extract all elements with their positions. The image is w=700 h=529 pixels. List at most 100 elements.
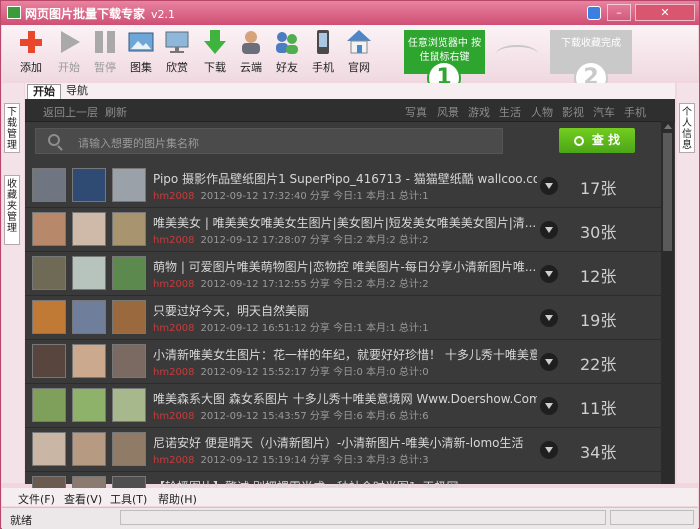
download-circle-icon[interactable] <box>540 177 558 195</box>
minimize-button[interactable]: – <box>607 4 631 21</box>
thumbnail[interactable] <box>72 212 106 246</box>
list-item[interactable]: 唯美美女 | 唯美美女唯美女生图片|美女图片|短发美女唯美美女图片|清... h… <box>25 208 661 252</box>
thumbnail[interactable] <box>32 212 66 246</box>
list-item[interactable]: Pipo 摄影作品壁纸图片1 SuperPipo_416713 - 猫猫壁纸酷 … <box>25 164 661 208</box>
list-item[interactable]: 只要过好今天，明天自然美丽 hm2008 2012-09-12 16:51:12 … <box>25 296 661 340</box>
list-item[interactable]: 萌物 | 可爱图片唯美萌物图片|恋物控 唯美图片-每日分享小清新图片唯... h… <box>25 252 661 296</box>
album-author[interactable]: hm2008 <box>153 235 195 246</box>
download-circle-icon[interactable] <box>540 397 558 415</box>
thumbnail[interactable] <box>112 256 146 290</box>
friends-button[interactable]: 好友 <box>270 29 304 75</box>
album-author[interactable]: hm2008 <box>153 323 195 334</box>
phone-label: 手机 <box>312 61 334 74</box>
thumbnail[interactable] <box>112 388 146 422</box>
close-button[interactable]: ✕ <box>635 4 695 21</box>
pause-button[interactable]: 暂停 <box>88 29 122 75</box>
album-author[interactable]: hm2008 <box>153 411 195 422</box>
album-author[interactable]: hm2008 <box>153 279 195 290</box>
thumbnail[interactable] <box>112 432 146 466</box>
scroll-up-arrow-icon[interactable] <box>664 124 672 129</box>
tab-navigation-label: 导航 <box>66 84 88 97</box>
back-link[interactable]: 返回上一层 <box>43 104 98 120</box>
album-author[interactable]: hm2008 <box>153 455 195 466</box>
thumbnail[interactable] <box>72 300 106 334</box>
thumbnail[interactable] <box>112 168 146 202</box>
download-circle-icon[interactable] <box>540 441 558 459</box>
album-title[interactable]: 只要过好今天，明天自然美丽 <box>153 302 537 319</box>
app-logo-icon <box>7 6 21 19</box>
search-box[interactable]: 请输入想要的图片集名称 <box>35 128 503 154</box>
thumbnail[interactable] <box>72 388 106 422</box>
category-car[interactable]: 汽车 <box>593 104 615 120</box>
category-phone[interactable]: 手机 <box>624 104 646 120</box>
thumbnail[interactable] <box>72 344 106 378</box>
thumbnail[interactable] <box>32 256 66 290</box>
thumbnail[interactable] <box>32 168 66 202</box>
menu-tools[interactable]: 工具(T) <box>110 491 147 507</box>
view-button[interactable]: 欣赏 <box>160 29 194 75</box>
menu-view[interactable]: 查看(V) <box>64 491 102 507</box>
scrollbar-thumb[interactable] <box>663 133 672 251</box>
refresh-link[interactable]: 刷新 <box>105 104 127 120</box>
phone-icon <box>310 29 336 55</box>
album-button[interactable]: 图集 <box>124 29 158 75</box>
tab-navigation[interactable]: 导航 <box>61 84 93 99</box>
category-portrait[interactable]: 写真 <box>405 104 427 120</box>
category-film[interactable]: 影视 <box>562 104 584 120</box>
skin-icon[interactable] <box>587 6 601 20</box>
download-circle-icon[interactable] <box>540 353 558 371</box>
thumbnail[interactable] <box>72 256 106 290</box>
category-people[interactable]: 人物 <box>531 104 553 120</box>
search-button-label: 查 找 <box>591 133 621 147</box>
album-author[interactable]: hm2008 <box>153 191 195 202</box>
list-item[interactable]: 小清新唯美女生图片：花一样的年纪，就要好好珍惜！ 十多儿秀十唯美意... hm2… <box>25 340 661 384</box>
thumbnail[interactable] <box>112 300 146 334</box>
thumbnail[interactable] <box>32 344 66 378</box>
tab-start[interactable]: 开始 <box>27 84 61 100</box>
thumbnail[interactable] <box>72 432 106 466</box>
phone-button[interactable]: 手机 <box>306 29 340 75</box>
list-item[interactable]: 唯美森系大图 森女系图片 十多儿秀十唯美意境网 Www.Doershow.Com… <box>25 384 661 428</box>
search-button[interactable]: 查 找 <box>559 128 635 153</box>
friends-icon <box>274 29 300 55</box>
menu-file[interactable]: 文件(F) <box>18 491 55 507</box>
download-circle-icon[interactable] <box>540 221 558 239</box>
album-title[interactable]: 小清新唯美女生图片：花一样的年纪，就要好好珍惜！ 十多儿秀十唯美意... <box>153 346 537 363</box>
thumbnail[interactable] <box>32 432 66 466</box>
download-circle-icon[interactable] <box>540 309 558 327</box>
image-count: 12张 <box>580 267 617 286</box>
list-item[interactable]: 尼诺安好 便是晴天（小清新图片）-小清新图片-唯美小清新-lomo生活 hm20… <box>25 428 661 472</box>
album-meta: hm2008 2012-09-12 17:12:55 分享 今日:2 本月:2 总… <box>153 275 429 290</box>
album-meta: hm2008 2012-09-12 17:28:07 分享 今日:2 本月:2 总… <box>153 231 429 246</box>
website-button[interactable]: 官网 <box>342 29 376 75</box>
menu-help[interactable]: 帮助(H) <box>158 491 197 507</box>
thumbnail[interactable] <box>112 344 146 378</box>
view-label: 欣赏 <box>166 61 188 74</box>
cloud-button[interactable]: 云端 <box>234 29 268 75</box>
tab-download-manager[interactable]: 下载管理 <box>4 103 20 153</box>
main-tab-bar: 开始 导航 <box>25 83 675 100</box>
cloud-user-icon <box>238 29 264 55</box>
album-title[interactable]: Pipo 摄影作品壁纸图片1 SuperPipo_416713 - 猫猫壁纸酷 … <box>153 170 537 187</box>
album-author[interactable]: hm2008 <box>153 367 195 378</box>
download-button[interactable]: 下载 <box>198 29 232 75</box>
thumbnail[interactable] <box>32 388 66 422</box>
tab-favorites-manager[interactable]: 收藏夹管理 <box>4 175 20 245</box>
category-life[interactable]: 生活 <box>499 104 521 120</box>
category-scenery[interactable]: 风景 <box>437 104 459 120</box>
album-label: 图集 <box>130 61 152 74</box>
album-title[interactable]: 尼诺安好 便是晴天（小清新图片）-小清新图片-唯美小清新-lomo生活 <box>153 434 537 451</box>
download-circle-icon[interactable] <box>540 265 558 283</box>
add-button[interactable]: 添加 <box>14 29 48 75</box>
vertical-scrollbar[interactable] <box>661 121 674 484</box>
thumbnail[interactable] <box>112 212 146 246</box>
category-game[interactable]: 游戏 <box>468 104 490 120</box>
album-title[interactable]: 萌物 | 可爱图片唯美萌物图片|恋物控 唯美图片-每日分享小清新图片唯... <box>153 258 537 275</box>
album-title[interactable]: 唯美森系大图 森女系图片 十多儿秀十唯美意境网 Www.Doershow.Com <box>153 390 537 407</box>
start-button[interactable]: 开始 <box>52 29 86 75</box>
plus-icon <box>18 29 44 55</box>
tab-personal-info[interactable]: 个人信息 <box>679 103 695 153</box>
thumbnail[interactable] <box>32 300 66 334</box>
thumbnail[interactable] <box>72 168 106 202</box>
album-title[interactable]: 唯美美女 | 唯美美女唯美女生图片|美女图片|短发美女唯美美女图片|清... <box>153 214 537 231</box>
